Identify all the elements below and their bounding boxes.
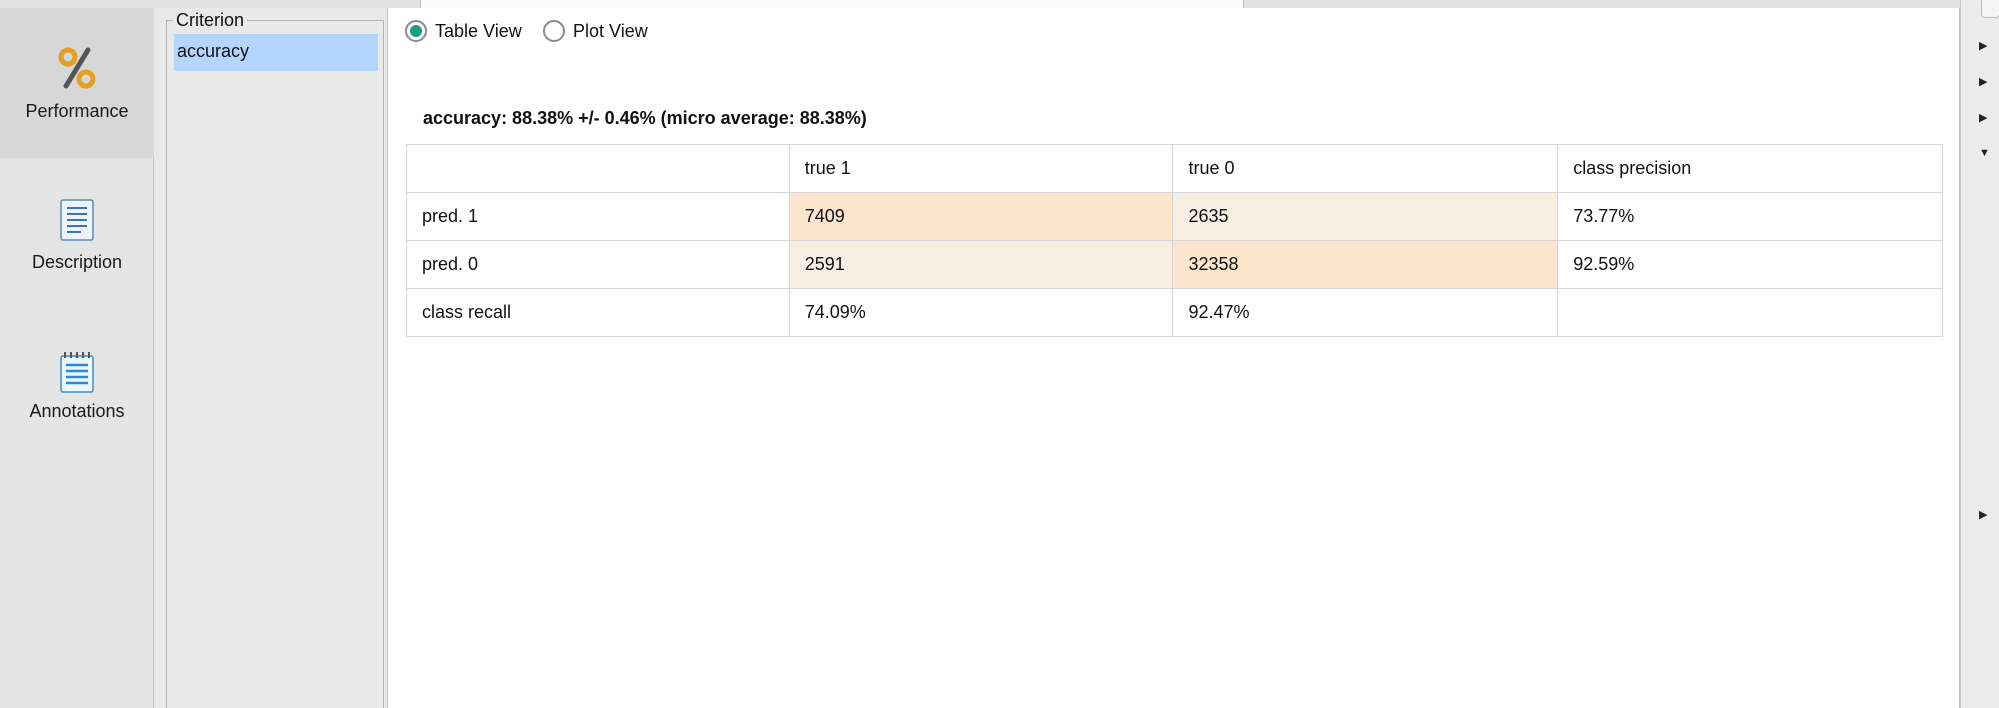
- criterion-item-accuracy[interactable]: accuracy: [174, 34, 378, 71]
- table-header-row: true 1 true 0 class precision: [406, 144, 1943, 193]
- radio-checked-icon[interactable]: [405, 20, 427, 42]
- accuracy-summary: accuracy: 88.38% +/- 0.46% (micro averag…: [423, 108, 867, 128]
- header-cell: true 0: [1172, 144, 1559, 193]
- criterion-group: [166, 20, 384, 708]
- header-cell: true 1: [788, 144, 1174, 193]
- performance-view: Table View Plot View accuracy: 88.38% +/…: [388, 8, 1960, 708]
- row-label: class recall: [406, 288, 790, 337]
- table-cell: 2635: [1172, 192, 1559, 241]
- plot-view-radio[interactable]: Plot View: [543, 20, 648, 42]
- row-label: pred. 0: [406, 240, 790, 289]
- nav-label-description: Description: [31, 252, 123, 272]
- expand-triangle-icon[interactable]: ▶: [1979, 75, 1987, 88]
- nav-item-description[interactable]: Description: [0, 158, 154, 308]
- table-row: pred. 1 7409 2635 73.77%: [406, 192, 1943, 241]
- table-cell: 92.47%: [1172, 288, 1559, 337]
- table-cell: 74.09%: [788, 288, 1174, 337]
- table-cell: 32358: [1172, 240, 1559, 289]
- side-nav: Performance Description Annotations: [0, 8, 154, 708]
- header-cell: class precision: [1557, 144, 1943, 193]
- table-row: class recall 74.09% 92.47%: [406, 288, 1943, 337]
- active-result-tab[interactable]: [420, 0, 1244, 8]
- table-cell: 73.77%: [1557, 192, 1943, 241]
- panel-corner-button[interactable]: [1981, 0, 1999, 18]
- table-row: pred. 0 2591 32358 92.59%: [406, 240, 1943, 289]
- percent-icon: [58, 47, 96, 89]
- nav-item-annotations[interactable]: Annotations: [0, 308, 154, 458]
- nav-item-performance[interactable]: Performance: [0, 8, 154, 158]
- notepad-icon: [60, 352, 94, 393]
- collapse-triangle-icon[interactable]: ▼: [1979, 147, 1990, 159]
- nav-label-performance: Performance: [25, 101, 129, 121]
- table-view-label: Table View: [435, 20, 522, 41]
- criterion-panel: Criterion accuracy: [155, 8, 388, 708]
- radio-unchecked-icon[interactable]: [543, 20, 565, 42]
- table-cell: 2591: [788, 240, 1174, 289]
- nav-label-annotations: Annotations: [29, 401, 125, 421]
- table-cell: [1557, 288, 1943, 337]
- expand-triangle-icon[interactable]: ▶: [1979, 39, 1987, 52]
- table-cell: 7409: [788, 192, 1174, 241]
- criterion-legend: Criterion: [173, 10, 248, 31]
- expand-triangle-icon[interactable]: ▶: [1979, 111, 1987, 124]
- header-cell: [406, 144, 790, 193]
- expand-triangle-icon[interactable]: ▶: [1979, 508, 1987, 521]
- row-label: pred. 1: [406, 192, 790, 241]
- confusion-matrix: true 1 true 0 class precision pred. 1 74…: [406, 144, 1943, 337]
- top-tab-strip: [0, 0, 1960, 8]
- plot-view-label: Plot View: [573, 20, 648, 41]
- right-collapsed-panels: ▶ ▶ ▶ ▼ ▶: [1960, 0, 1999, 708]
- table-cell: 92.59%: [1557, 240, 1943, 289]
- document-icon: [60, 199, 94, 241]
- table-view-radio[interactable]: Table View: [405, 20, 522, 42]
